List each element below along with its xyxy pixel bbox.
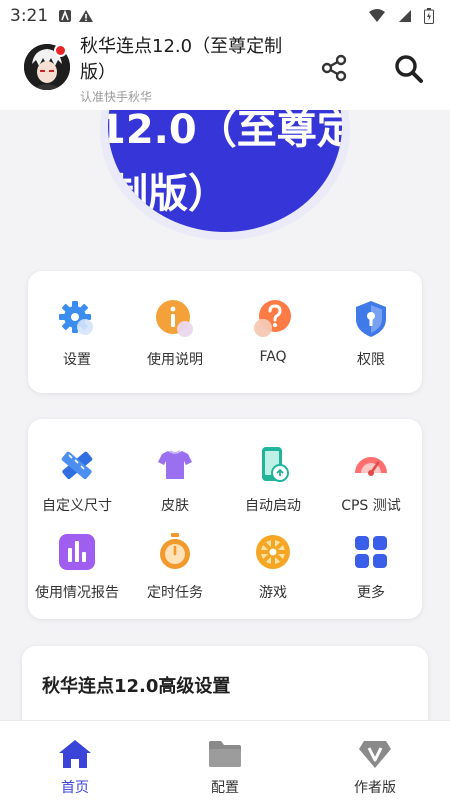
menu-item-settings[interactable]: 设置 xyxy=(28,299,126,379)
tool-item-auto-start[interactable]: 自动启动 xyxy=(224,445,322,525)
menu-item-instructions[interactable]: 使用说明 xyxy=(126,299,224,379)
menu-item-label: 权限 xyxy=(357,352,385,368)
warning-icon xyxy=(78,9,94,23)
nav-item-author-edition[interactable]: 作者版 xyxy=(315,721,435,800)
ruler-icon xyxy=(61,451,93,480)
stopwatch-icon xyxy=(160,533,190,569)
tool-item-scheduled-task[interactable]: 定时任务 xyxy=(126,532,224,612)
banner-text: 12.0（至尊定 制版） xyxy=(108,98,342,226)
battery-icon xyxy=(424,8,434,24)
banner-text-line2: 制版） xyxy=(108,171,228,217)
quick-menu-card: 设置 使用说明 FAQ 权限 xyxy=(28,271,422,393)
shield-icon xyxy=(356,301,386,337)
tool-item-skin[interactable]: 皮肤 xyxy=(126,445,224,525)
tool-item-label: 定时任务 xyxy=(147,585,203,601)
tool-item-usage-report[interactable]: 使用情况报告 xyxy=(28,532,126,612)
shirt-icon xyxy=(158,450,192,479)
nav-item-label: 配置 xyxy=(211,780,239,796)
menu-item-label: 设置 xyxy=(63,352,91,368)
grid-more-icon xyxy=(355,536,387,568)
search-icon xyxy=(395,55,423,83)
status-bar: 3:21 xyxy=(0,0,450,32)
tool-item-label: 皮肤 xyxy=(161,498,189,514)
speedometer-icon xyxy=(355,457,387,476)
nav-item-label: 首页 xyxy=(61,780,89,796)
v-badge-icon xyxy=(359,741,391,768)
page-title: 秋华连点12.0（至尊定制版） xyxy=(80,36,283,83)
bar-chart-icon xyxy=(59,534,95,570)
tool-item-label: CPS 测试 xyxy=(341,498,401,514)
tool-item-label: 自动启动 xyxy=(245,498,301,514)
page-subtitle: 认准快手秋华 xyxy=(80,90,153,104)
nav-item-home[interactable]: 首页 xyxy=(15,721,135,800)
bottom-nav: 首页 配置 作者版 xyxy=(0,720,450,800)
tool-item-label: 更多 xyxy=(357,585,385,601)
wifi-icon xyxy=(368,9,386,23)
tool-item-custom-size[interactable]: 自定义尺寸 xyxy=(28,445,126,525)
app-notification-icon xyxy=(58,9,72,23)
home-icon xyxy=(59,740,91,768)
gear-icon xyxy=(59,301,93,335)
menu-item-permissions[interactable]: 权限 xyxy=(322,299,420,379)
app-header: 秋华连点12.0（至尊定制版） 认准快手秋华 xyxy=(0,32,450,110)
phone-icon xyxy=(262,447,289,482)
folder-icon xyxy=(209,741,241,767)
info-icon xyxy=(156,300,193,337)
nav-item-config[interactable]: 配置 xyxy=(165,721,285,800)
tool-item-label: 自定义尺寸 xyxy=(42,498,112,514)
tool-item-label: 使用情况报告 xyxy=(35,585,119,601)
nav-item-label: 作者版 xyxy=(354,780,396,796)
share-icon xyxy=(321,54,347,82)
menu-item-faq[interactable]: FAQ xyxy=(224,299,322,379)
share-button[interactable] xyxy=(318,52,350,84)
status-time: 3:21 xyxy=(10,6,49,26)
tool-item-label: 游戏 xyxy=(259,585,287,601)
tools-menu-card: 自定义尺寸 皮肤 自动启动 CPS 测试 使用情况报告 定时任务 游戏 更多 xyxy=(28,419,422,619)
game-wheel-icon xyxy=(256,535,290,569)
question-icon xyxy=(254,300,291,337)
signal-icon xyxy=(398,9,412,23)
notification-dot xyxy=(54,44,67,57)
advanced-settings-title: 秋华连点12.0高级设置 xyxy=(42,676,231,697)
tool-item-more[interactable]: 更多 xyxy=(322,532,420,612)
tool-item-cps-test[interactable]: CPS 测试 xyxy=(322,445,420,525)
search-button[interactable] xyxy=(392,52,426,86)
tool-item-games[interactable]: 游戏 xyxy=(224,532,322,612)
menu-item-label: 使用说明 xyxy=(147,352,203,368)
menu-item-label: FAQ xyxy=(259,349,287,365)
